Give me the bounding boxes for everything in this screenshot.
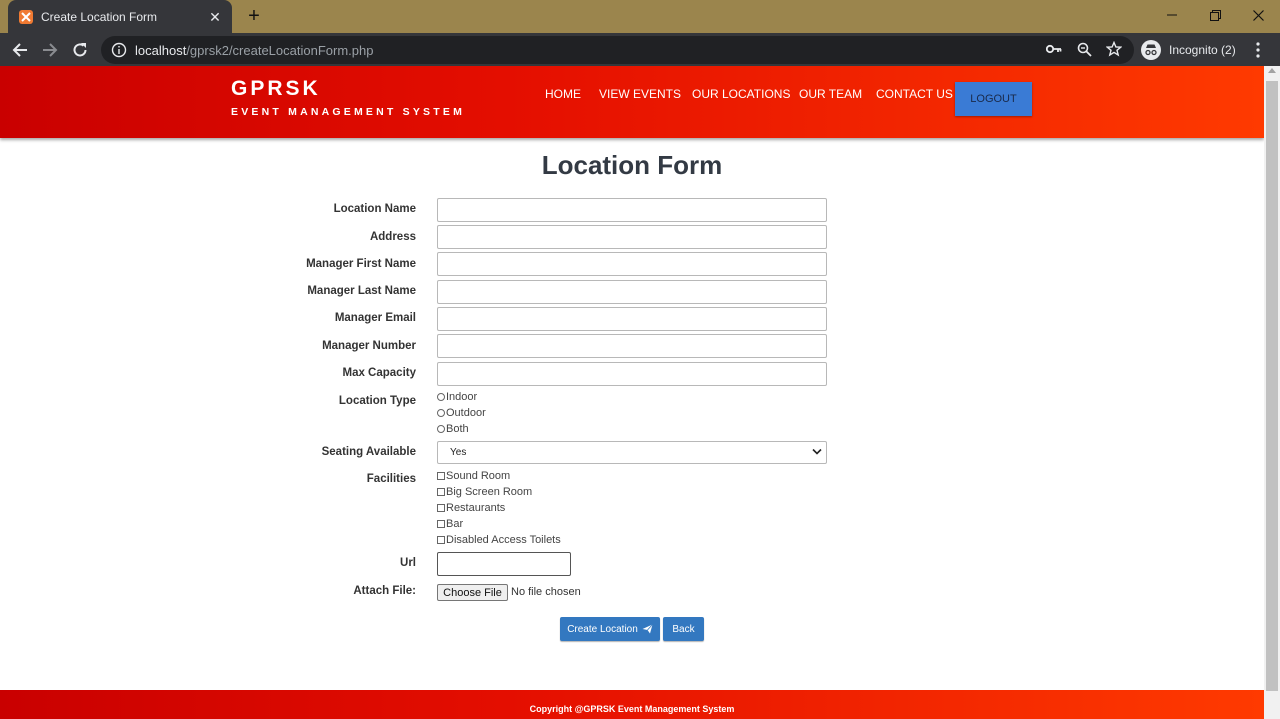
- max-capacity-input[interactable]: [437, 362, 827, 386]
- chevron-down-icon: [812, 448, 822, 455]
- url-path: /gprsk2/createLocationForm.php: [186, 42, 374, 58]
- location-name-label: Location Name: [333, 203, 416, 215]
- browser-tab[interactable]: Create Location Form ✕: [8, 0, 232, 33]
- minimize-icon[interactable]: [1150, 0, 1194, 30]
- xampp-favicon-icon: [19, 9, 33, 24]
- back-button[interactable]: Back: [663, 617, 704, 641]
- nav-view-events[interactable]: VIEW EVENTS: [599, 87, 681, 101]
- close-window-icon[interactable]: [1236, 0, 1280, 30]
- facilities-label: Facilities: [366, 473, 416, 485]
- checkbox-big-screen-room[interactable]: Big Screen Room: [437, 486, 532, 498]
- radio-label: Both: [446, 423, 469, 435]
- site-info-icon[interactable]: [111, 42, 127, 58]
- create-location-label: Create Location: [567, 623, 638, 635]
- radio-indoor[interactable]: Indoor: [437, 391, 477, 403]
- checkbox[interactable]: [437, 520, 445, 528]
- profile-label: Incognito (2): [1169, 43, 1236, 57]
- url-text: localhost/gprsk2/createLocationForm.php: [135, 43, 373, 58]
- attach-file-label: Attach File:: [353, 585, 416, 597]
- incognito-profile[interactable]: Incognito (2): [1141, 38, 1236, 62]
- logout-button[interactable]: LOGOUT: [955, 82, 1032, 116]
- nav-home[interactable]: HOME: [545, 87, 581, 101]
- checkbox-label: Big Screen Room: [446, 486, 533, 498]
- checkbox-label: Disabled Access Toilets: [446, 534, 561, 546]
- checkbox-sound-room[interactable]: Sound Room: [437, 470, 510, 482]
- nav-our-team[interactable]: OUR TEAM: [799, 87, 862, 101]
- site-footer: Copyright @GPRSK Event Management System: [0, 690, 1264, 719]
- reload-icon[interactable]: [68, 38, 92, 62]
- brand-tagline: EVENT MANAGEMENT SYSTEM: [231, 106, 466, 118]
- max-capacity-label: Max Capacity: [342, 367, 416, 379]
- checkbox[interactable]: [437, 472, 445, 480]
- manager-email-label: Manager Email: [334, 312, 416, 324]
- tab-title: Create Location Form: [41, 9, 158, 24]
- radio-outdoor[interactable]: Outdoor: [437, 407, 486, 419]
- create-location-button[interactable]: Create Location: [560, 617, 660, 641]
- copyright-text: Copyright @GPRSK Event Management System: [529, 704, 735, 714]
- new-tab-icon[interactable]: +: [243, 5, 265, 27]
- checkbox-label: Restaurants: [446, 502, 506, 514]
- page-title: Location Form: [541, 150, 723, 180]
- file-status: No file chosen: [511, 586, 581, 598]
- address-label: Address: [369, 231, 416, 243]
- forward-arrow-icon[interactable]: [38, 38, 62, 62]
- address-input[interactable]: [437, 225, 827, 249]
- seating-available-label: Seating Available: [321, 446, 416, 458]
- checkbox-disabled-access-toilets[interactable]: Disabled Access Toilets: [437, 534, 561, 546]
- manager-email-input[interactable]: [437, 307, 827, 331]
- checkbox-label: Bar: [446, 518, 464, 530]
- manager-last-name-input[interactable]: [437, 280, 827, 304]
- nav-contact-us[interactable]: CONTACT US: [876, 87, 953, 101]
- location-type-label: Location Type: [338, 395, 416, 407]
- page-scrollbar[interactable]: [1264, 66, 1280, 719]
- checkbox[interactable]: [437, 504, 445, 512]
- zoom-icon[interactable]: [1074, 39, 1094, 59]
- url-input[interactable]: [437, 552, 571, 576]
- radio-button[interactable]: [437, 409, 445, 417]
- site-header: GPRSK EVENT MANAGEMENT SYSTEM HOME VIEW …: [0, 66, 1264, 138]
- address-bar[interactable]: localhost/gprsk2/createLocationForm.php: [101, 36, 1134, 64]
- manager-first-name-label: Manager First Name: [306, 258, 416, 270]
- checkbox-bar[interactable]: Bar: [437, 518, 463, 530]
- manager-first-name-input[interactable]: [437, 252, 827, 276]
- checkbox-restaurants[interactable]: Restaurants: [437, 502, 505, 514]
- page-viewport: GPRSK EVENT MANAGEMENT SYSTEM HOME VIEW …: [0, 66, 1280, 719]
- back-arrow-icon[interactable]: [8, 38, 32, 62]
- bookmark-star-icon[interactable]: [1104, 39, 1124, 59]
- radio-label: Outdoor: [446, 407, 486, 419]
- checkbox-label: Sound Room: [446, 470, 511, 482]
- manager-number-label: Manager Number: [322, 340, 416, 352]
- key-icon[interactable]: [1044, 39, 1064, 59]
- send-icon: [642, 624, 653, 634]
- restore-icon[interactable]: [1193, 0, 1237, 30]
- seating-select[interactable]: Yes: [437, 441, 827, 464]
- location-name-input[interactable]: [437, 198, 827, 222]
- radio-both[interactable]: Both: [437, 423, 469, 435]
- manager-number-input[interactable]: [437, 334, 827, 358]
- tab-close-icon[interactable]: ✕: [208, 10, 222, 24]
- manager-last-name-label: Manager Last Name: [307, 285, 416, 297]
- scroll-up-icon[interactable]: [1268, 68, 1276, 73]
- url-host: localhost: [135, 42, 187, 58]
- url-label: Url: [400, 557, 416, 569]
- browser-toolbar: localhost/gprsk2/createLocationForm.php …: [0, 33, 1280, 66]
- checkbox[interactable]: [437, 488, 445, 496]
- radio-label: Indoor: [446, 391, 478, 403]
- choose-file-button[interactable]: Choose File: [437, 584, 508, 601]
- incognito-icon: [1141, 40, 1161, 60]
- seating-selected-value: Yes: [450, 447, 467, 458]
- radio-button[interactable]: [437, 393, 445, 401]
- radio-button[interactable]: [437, 425, 445, 433]
- browser-menu-icon[interactable]: [1250, 41, 1266, 59]
- scrollbar-thumb[interactable]: [1266, 81, 1278, 691]
- brand[interactable]: GPRSK EVENT MANAGEMENT SYSTEM: [231, 77, 465, 118]
- nav-our-locations[interactable]: OUR LOCATIONS: [692, 87, 790, 101]
- brand-name: GPRSK: [231, 77, 321, 100]
- checkbox[interactable]: [437, 536, 445, 544]
- browser-tab-strip: Create Location Form ✕ +: [0, 0, 1280, 33]
